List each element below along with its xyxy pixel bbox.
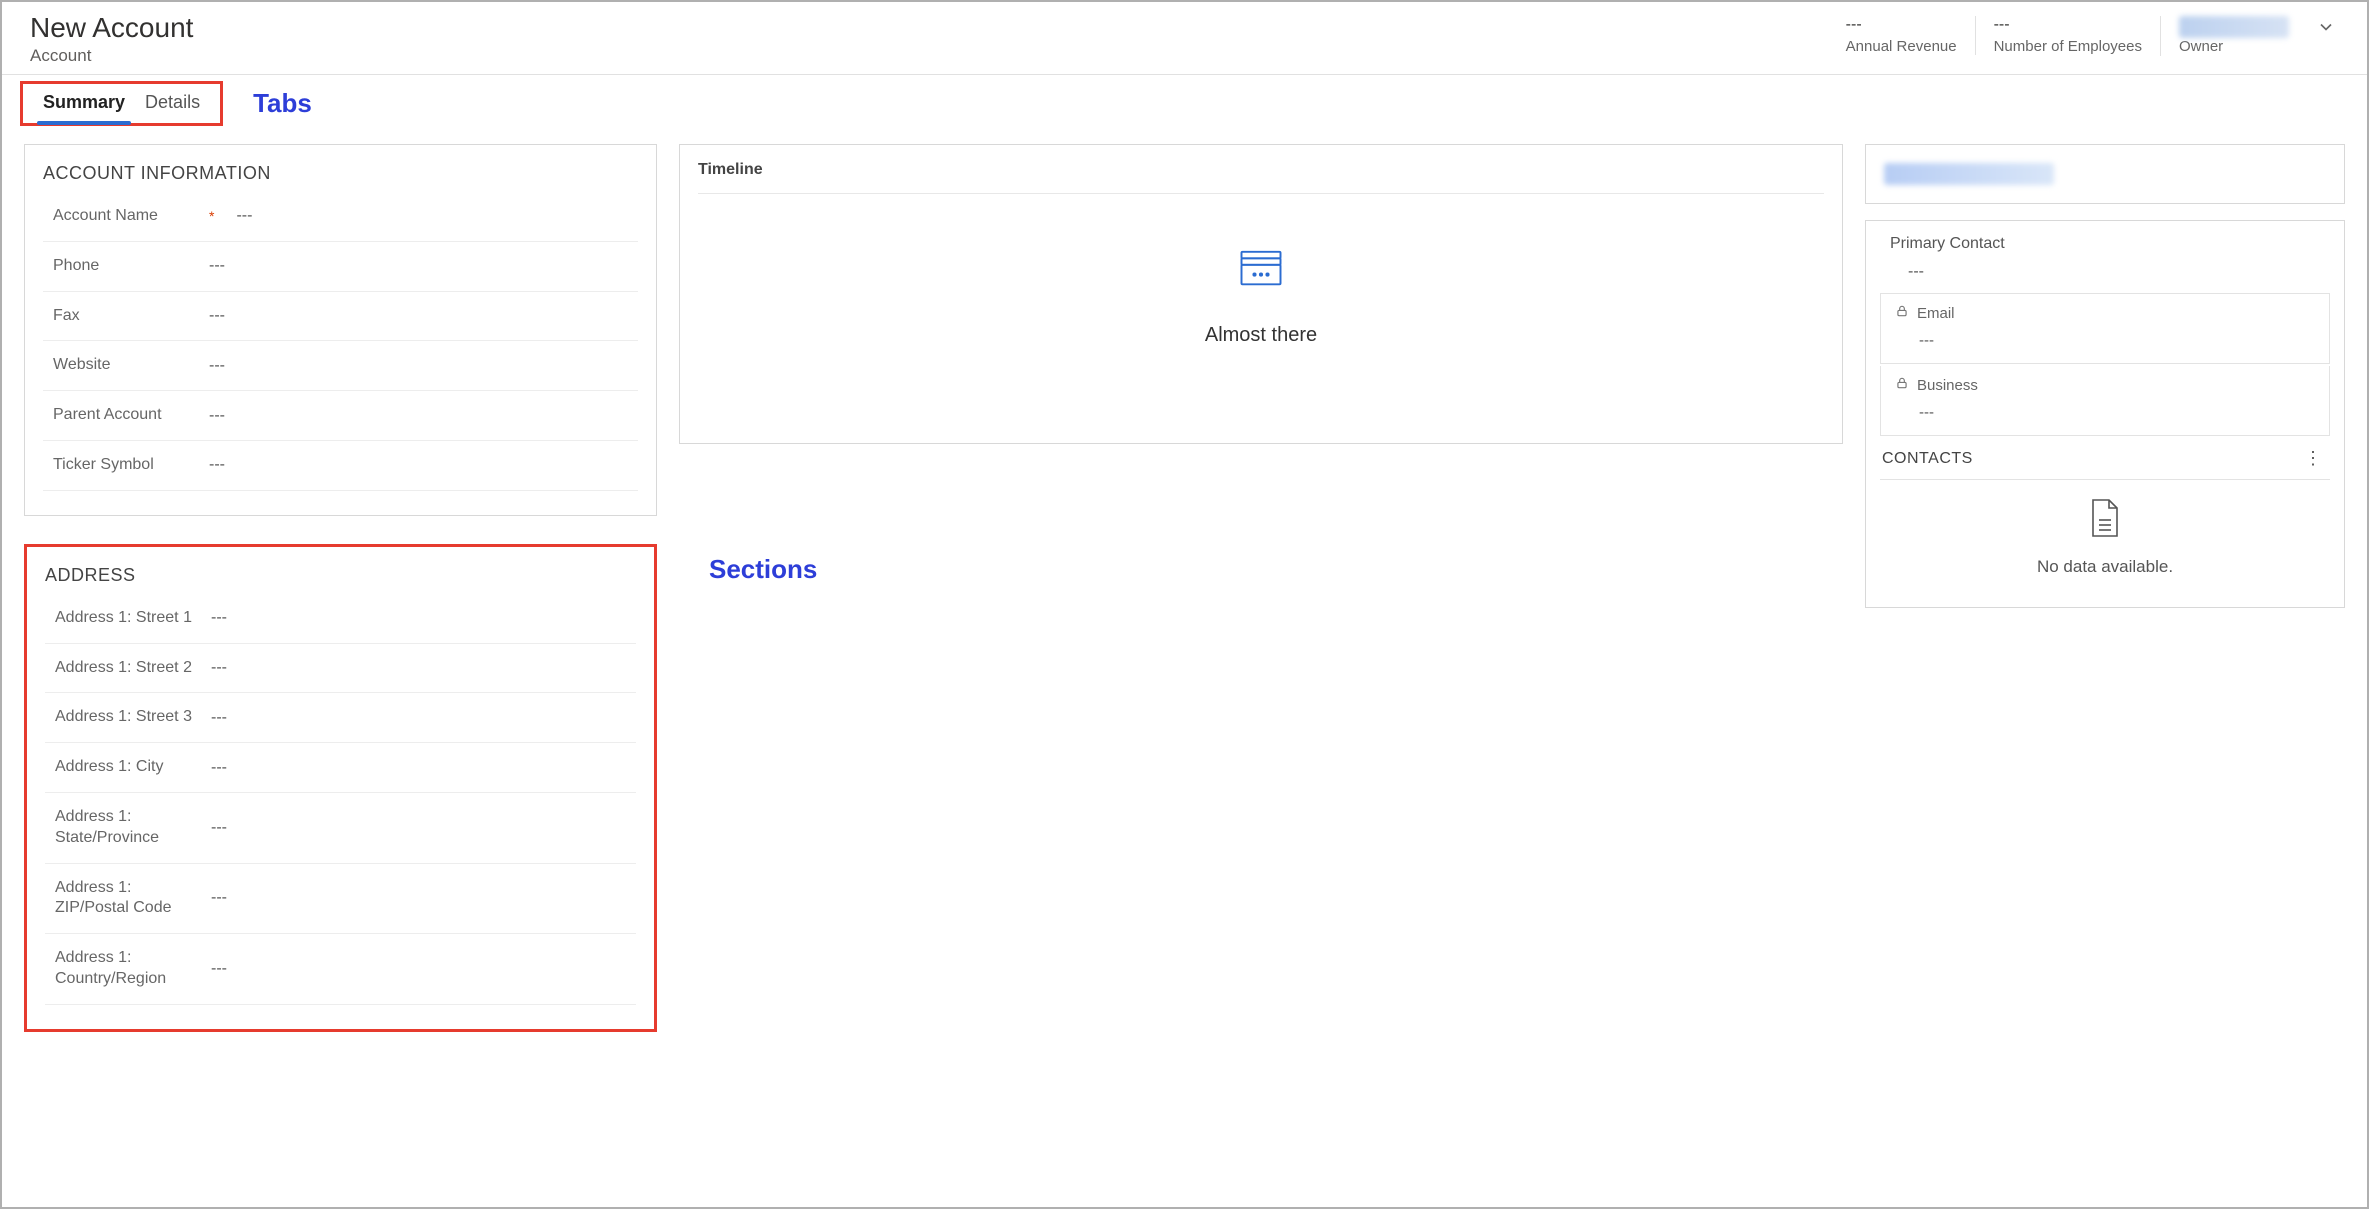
lock-icon — [1895, 304, 1909, 322]
section-account-information: ACCOUNT INFORMATION Account Name * --- P… — [24, 144, 657, 516]
header-owner-label: Owner — [2179, 38, 2223, 55]
form-header: New Account Account --- Annual Revenue -… — [2, 2, 2367, 75]
field-label: Website — [43, 355, 203, 376]
expand-header-button[interactable] — [2313, 16, 2339, 42]
contacts-no-data-text: No data available. — [2037, 557, 2173, 577]
field-value: --- — [205, 659, 227, 677]
lock-icon — [1895, 376, 1909, 394]
primary-contact-business-label: Business — [1917, 377, 1978, 394]
field-label: Address 1: State/Province — [45, 807, 205, 849]
document-icon — [2087, 498, 2123, 543]
primary-contact-label: Primary Contact — [1880, 235, 2330, 253]
tab-details[interactable]: Details — [135, 86, 210, 123]
section-address: ADDRESS Address 1: Street 1 --- Address … — [24, 544, 657, 1032]
field-label: Address 1: Street 1 — [45, 608, 205, 629]
section-primary-contact: Primary Contact --- Email --- Business — [1865, 220, 2345, 608]
field-fax[interactable]: Fax --- — [43, 292, 638, 342]
section-title-address: ADDRESS — [45, 565, 636, 586]
section-title-account-info: ACCOUNT INFORMATION — [43, 163, 638, 184]
tab-summary[interactable]: Summary — [33, 86, 135, 123]
field-value: --- — [203, 407, 225, 425]
field-label: Phone — [43, 256, 203, 277]
field-address-street3[interactable]: Address 1: Street 3 --- — [45, 693, 636, 743]
field-value: --- — [203, 456, 225, 474]
field-address-zip[interactable]: Address 1: ZIP/Postal Code --- — [45, 864, 636, 935]
field-label: Ticker Symbol — [43, 455, 203, 476]
field-label: Address 1: Country/Region — [45, 948, 205, 990]
header-revenue-label: Annual Revenue — [1846, 38, 1957, 55]
field-label: Address 1: City — [45, 757, 205, 778]
primary-contact-value[interactable]: --- — [1880, 253, 2330, 291]
field-label: Address 1: Street 2 — [45, 658, 205, 679]
field-label: Address 1: ZIP/Postal Code — [45, 878, 205, 920]
field-label: Fax — [43, 306, 203, 327]
primary-contact-email: Email --- — [1880, 293, 2330, 364]
tab-list: Summary Details — [20, 81, 223, 126]
field-label: Parent Account — [43, 405, 203, 426]
contacts-more-button[interactable]: ⋮ — [2298, 448, 2328, 469]
field-value: --- — [205, 819, 227, 837]
field-value: --- — [203, 357, 225, 375]
field-label: Address 1: Street 3 — [45, 707, 205, 728]
field-value: --- — [205, 609, 227, 627]
header-field-employees[interactable]: --- Number of Employees — [1975, 16, 2160, 55]
tabs-row: Summary Details Tabs — [2, 75, 2367, 126]
field-value: --- — [205, 759, 227, 777]
folder-icon — [1235, 241, 1287, 298]
header-field-owner[interactable]: Owner — [2160, 16, 2307, 56]
field-address-street2[interactable]: Address 1: Street 2 --- — [45, 644, 636, 694]
timeline-title: Timeline — [698, 161, 1824, 194]
header-right: --- Annual Revenue --- Number of Employe… — [1828, 16, 2339, 56]
field-label: Account Name — [43, 206, 203, 227]
field-value: --- — [230, 207, 252, 225]
field-value: --- — [205, 709, 227, 727]
field-address-street1[interactable]: Address 1: Street 1 --- — [45, 594, 636, 644]
timeline-empty-text: Almost there — [1205, 324, 1317, 347]
quick-view-title-redacted — [1884, 163, 2054, 185]
primary-contact-email-label: Email — [1917, 305, 1955, 322]
field-account-name[interactable]: Account Name * --- — [43, 192, 638, 242]
contacts-title: CONTACTS — [1882, 450, 1973, 468]
header-revenue-value: --- — [1846, 16, 1957, 36]
contacts-header: CONTACTS ⋮ — [1880, 442, 2330, 480]
field-website[interactable]: Website --- — [43, 341, 638, 391]
field-ticker-symbol[interactable]: Ticker Symbol --- — [43, 441, 638, 491]
page-title: New Account — [30, 12, 193, 44]
middle-column: Timeline Almost there Sections — [679, 144, 1843, 585]
header-employees-value: --- — [1994, 16, 2142, 36]
header-left: New Account Account — [30, 12, 193, 66]
field-address-city[interactable]: Address 1: City --- — [45, 743, 636, 793]
left-column: ACCOUNT INFORMATION Account Name * --- P… — [24, 144, 657, 1032]
quick-view-card — [1865, 144, 2345, 204]
timeline-empty-state: Almost there — [698, 194, 1824, 394]
chevron-down-icon — [2316, 17, 2336, 42]
field-value: --- — [205, 960, 227, 978]
header-field-revenue[interactable]: --- Annual Revenue — [1828, 16, 1975, 55]
required-indicator: * — [209, 208, 214, 224]
field-address-state[interactable]: Address 1: State/Province --- — [45, 793, 636, 864]
annotation-tabs: Tabs — [253, 88, 312, 119]
field-phone[interactable]: Phone --- — [43, 242, 638, 292]
primary-contact-email-value: --- — [1895, 322, 2315, 353]
entity-name: Account — [30, 46, 193, 66]
annotation-sections: Sections — [679, 554, 1843, 585]
field-value: --- — [203, 307, 225, 325]
section-timeline: Timeline Almost there — [679, 144, 1843, 444]
field-value: --- — [203, 257, 225, 275]
field-value: --- — [205, 889, 227, 907]
field-parent-account[interactable]: Parent Account --- — [43, 391, 638, 441]
header-employees-label: Number of Employees — [1994, 38, 2142, 55]
owner-value-redacted — [2179, 16, 2289, 38]
right-column: Primary Contact --- Email --- Business — [1865, 144, 2345, 608]
primary-contact-business-value: --- — [1895, 394, 2315, 425]
primary-contact-business: Business --- — [1880, 366, 2330, 436]
field-address-country[interactable]: Address 1: Country/Region --- — [45, 934, 636, 1005]
form-body: ACCOUNT INFORMATION Account Name * --- P… — [2, 126, 2367, 1054]
contacts-empty-state: No data available. — [1880, 480, 2330, 585]
